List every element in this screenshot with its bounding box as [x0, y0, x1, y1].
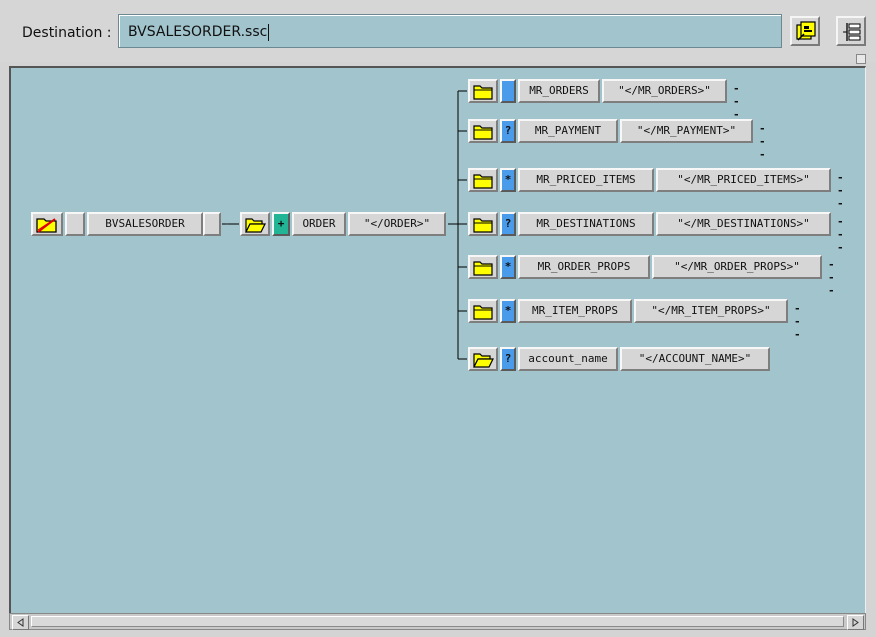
child-modifier-cell[interactable]: * [500, 168, 516, 192]
destination-input[interactable]: BVSALESORDER.ssc [118, 14, 782, 48]
folder-no-icon [36, 218, 57, 233]
child-closing-cell[interactable]: "</MR_DESTINATIONS>" [656, 212, 831, 236]
child-name-cell[interactable]: account_name [518, 347, 618, 371]
child-modifier-cell[interactable]: ? [500, 119, 516, 143]
destination-label: Destination : [22, 25, 112, 41]
child-name-cell[interactable]: MR_ORDERS [518, 79, 600, 103]
generate-button[interactable] [790, 16, 820, 46]
child-name-cell[interactable]: MR_ITEM_PROPS [518, 299, 632, 323]
folder-icon [473, 125, 493, 140]
generate-icon [796, 21, 816, 41]
text-caret [268, 23, 270, 41]
child-closing-cell[interactable]: "</MR_PRICED_ITEMS>" [656, 168, 831, 192]
destination-bar: Destination : BVSALESORDER.ssc [0, 0, 876, 62]
child-icon-cell[interactable] [468, 168, 498, 192]
folder-icon [473, 218, 493, 233]
root-connector: - [224, 217, 231, 230]
order-name-cell[interactable]: ORDER [292, 212, 346, 236]
child-modifier-cell[interactable] [500, 79, 516, 103]
child-closing-cell[interactable]: "</MR_PAYMENT>" [620, 119, 753, 143]
root-name-cell[interactable]: BVSALESORDER [87, 212, 203, 236]
child-name-cell[interactable]: MR_ORDER_PROPS [518, 255, 650, 279]
child-closing-cell[interactable]: "</MR_ITEM_PROPS>" [634, 299, 788, 323]
order-icon-cell[interactable] [240, 212, 270, 236]
child-trail-marker: --- [759, 122, 766, 161]
folder-open-icon [473, 353, 494, 368]
root-modifier-cell[interactable] [65, 212, 85, 236]
order-closing-cell[interactable]: "</ORDER>" [348, 212, 446, 236]
child-icon-cell[interactable] [468, 255, 498, 279]
child-modifier-cell[interactable]: ? [500, 347, 516, 371]
child-trail-marker: --- [828, 258, 835, 297]
child-modifier-cell[interactable]: * [500, 255, 516, 279]
child-name-cell[interactable]: MR_PAYMENT [518, 119, 618, 143]
folder-icon [473, 85, 493, 100]
child-icon-cell[interactable] [468, 212, 498, 236]
folder-open-icon [245, 218, 266, 233]
child-icon-cell[interactable] [468, 299, 498, 323]
child-icon-cell[interactable] [468, 347, 498, 371]
folder-icon [473, 174, 493, 189]
arrow-right-icon [852, 618, 859, 627]
child-name-cell[interactable]: MR_DESTINATIONS [518, 212, 654, 236]
child-closing-cell[interactable]: "</MR_ORDER_PROPS>" [652, 255, 822, 279]
horizontal-scrollbar[interactable] [9, 613, 866, 630]
scroll-left-button[interactable] [12, 615, 29, 630]
root-icon-cell[interactable] [31, 212, 63, 236]
child-trail-marker: --- [794, 302, 801, 341]
folder-icon [473, 261, 493, 276]
folder-icon [473, 305, 493, 320]
child-trail-marker: --- [733, 82, 740, 121]
resize-handle[interactable] [856, 54, 866, 64]
child-name-cell[interactable]: MR_PRICED_ITEMS [518, 168, 654, 192]
child-icon-cell[interactable] [468, 119, 498, 143]
tree-canvas: BVSALESORDER - + ORDER "</ORDER>" MR_ORD… [9, 66, 866, 613]
child-icon-cell[interactable] [468, 79, 498, 103]
child-modifier-cell[interactable]: ? [500, 212, 516, 236]
destination-value: BVSALESORDER.ssc [128, 24, 268, 40]
scroll-thumb[interactable] [31, 616, 844, 627]
child-closing-cell[interactable]: "</ACCOUNT_NAME>" [620, 347, 770, 371]
scroll-right-button[interactable] [847, 615, 864, 630]
tree-layout-icon [843, 23, 861, 41]
child-closing-cell[interactable]: "</MR_ORDERS>" [602, 79, 727, 103]
arrow-left-icon [17, 618, 24, 627]
tree-connector-lines [222, 90, 467, 360]
child-modifier-cell[interactable]: * [500, 299, 516, 323]
root-closing-cell[interactable] [203, 212, 221, 236]
child-trail-marker: --- [837, 171, 844, 210]
order-modifier-cell[interactable]: + [272, 212, 290, 236]
child-trail-marker: --- [837, 215, 844, 254]
tree-layout-button[interactable] [836, 16, 866, 46]
